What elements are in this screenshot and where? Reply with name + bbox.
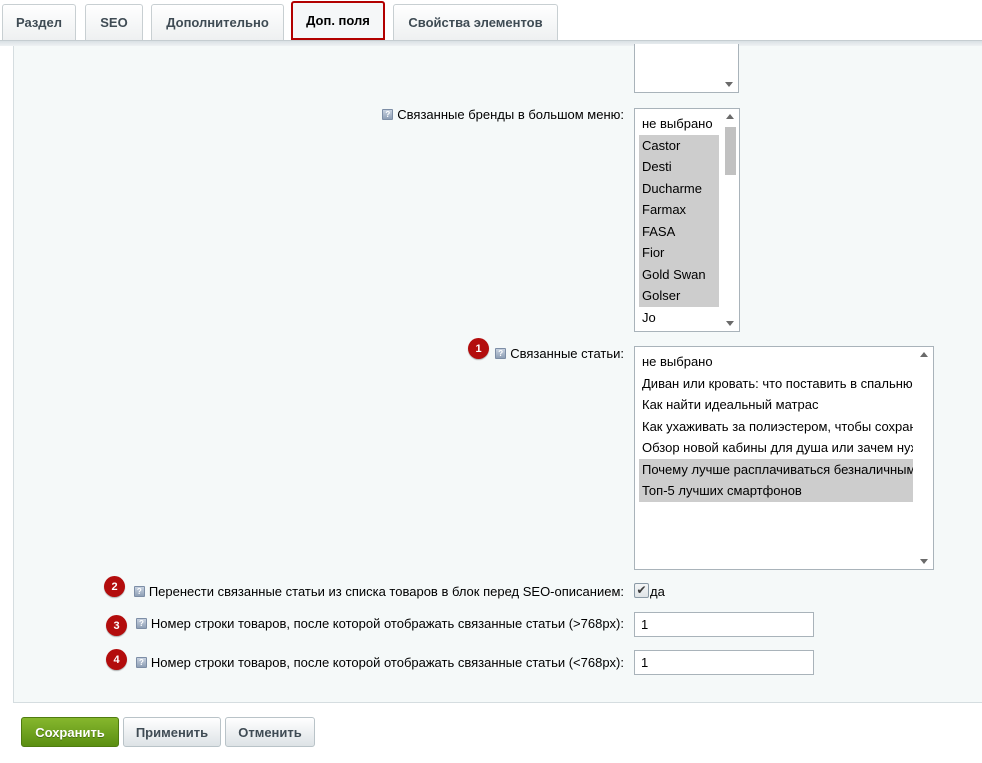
row-mobile-input[interactable] [634, 650, 814, 675]
move-articles-checkbox[interactable]: ✔ [634, 583, 649, 598]
tab-label: Свойства элементов [408, 15, 543, 30]
brands-label-row: ? Связанные бренды в большом меню: [382, 106, 624, 122]
brands-options: не выбрано Castor Desti Ducharme Farmax FASA F… [639, 113, 719, 328]
brands-select[interactable]: не выбрано Castor Desti Ducharme Farmax FASA F… [634, 108, 740, 332]
list-option[interactable]: Jo [639, 307, 719, 329]
scroll-up-icon[interactable] [920, 352, 928, 357]
move-articles-checkbox-label[interactable]: да [650, 584, 665, 599]
row-mobile-label-row: ? Номер строки товаров, после которой от… [135, 654, 624, 670]
tab-label: SEO [100, 15, 128, 30]
row-mobile-label: Номер строки товаров, после которой отоб… [150, 654, 624, 670]
tab-seo[interactable]: SEO [85, 4, 143, 40]
tab-bar: Раздел SEO Дополнительно Доп. поля Свойс… [0, 0, 982, 46]
articles-label: Связанные статьи: [510, 345, 624, 361]
articles-select[interactable]: не выбрано Диван или кровать: что постави… [634, 346, 934, 570]
list-option[interactable]: Gold Swan [639, 263, 719, 285]
list-option[interactable]: не выбрано [639, 351, 913, 373]
help-icon[interactable]: ? [382, 108, 394, 120]
annotation-badge-4: 4 [106, 649, 127, 670]
previous-listbox[interactable] [634, 44, 739, 93]
listbox-scrollbar[interactable] [721, 44, 738, 92]
scroll-down-icon[interactable] [725, 82, 733, 87]
list-option[interactable]: FASA [639, 220, 719, 242]
row-desktop-label-row: ? Номер строки товаров, после которой от… [135, 615, 624, 631]
list-option[interactable]: Ducharme [639, 177, 719, 199]
list-option[interactable]: не выбрано [639, 113, 719, 135]
tab-label: Раздел [15, 15, 63, 30]
list-option[interactable]: Почему лучше расплачиваться безналичными [639, 458, 913, 480]
row-desktop-label: Номер строки товаров, после которой отоб… [150, 615, 624, 631]
list-option[interactable]: Как найти идеальный матрас [639, 394, 913, 416]
articles-options: не выбрано Диван или кровать: что постави… [639, 351, 913, 502]
tab-label: Дополнительно [166, 15, 269, 30]
annotation-badge-1: 1 [468, 338, 489, 359]
scroll-up-icon[interactable] [726, 114, 734, 119]
list-option[interactable]: Desti [639, 156, 719, 178]
tab-additional[interactable]: Дополнительно [151, 4, 284, 40]
list-option[interactable]: Диван или кровать: что поставить в спаль… [639, 373, 913, 395]
scroll-down-icon[interactable] [920, 559, 928, 564]
brands-label: Связанные бренды в большом меню: [397, 106, 624, 122]
annotation-badge-3: 3 [106, 615, 127, 636]
tab-label: Доп. поля [306, 13, 370, 28]
help-icon[interactable]: ? [135, 656, 147, 668]
list-option[interactable]: Топ-5 лучших смартфонов [639, 480, 913, 502]
list-option[interactable]: Golser [639, 285, 719, 307]
scroll-thumb[interactable] [725, 127, 736, 175]
tab-section[interactable]: Раздел [2, 4, 76, 40]
form-panel: ? Связанные бренды в большом меню: не вы… [13, 44, 982, 703]
list-option[interactable]: Farmax [639, 199, 719, 221]
help-icon[interactable]: ? [495, 347, 507, 359]
cancel-button[interactable]: Отменить [225, 717, 315, 747]
save-button[interactable]: Сохранить [21, 717, 119, 747]
list-option[interactable]: Как ухаживать за полиэстером, чтобы сохр… [639, 416, 913, 438]
annotation-badge-2: 2 [104, 576, 125, 597]
move-articles-label-row: ? Перенести связанные статьи из списка т… [133, 583, 624, 599]
tab-element-properties[interactable]: Свойства элементов [393, 4, 558, 40]
row-desktop-input[interactable] [634, 612, 814, 637]
tab-extra-fields[interactable]: Доп. поля [291, 1, 385, 40]
articles-label-row: ? Связанные статьи: [495, 345, 624, 361]
help-icon[interactable]: ? [135, 617, 147, 629]
help-icon[interactable]: ? [133, 585, 145, 597]
scroll-down-icon[interactable] [726, 321, 734, 326]
list-option[interactable]: Обзор новой кабины для душа или зачем ну… [639, 437, 913, 459]
apply-button[interactable]: Применить [123, 717, 221, 747]
list-option[interactable]: Fior [639, 242, 719, 264]
check-icon: ✔ [636, 583, 647, 597]
list-option[interactable]: Castor [639, 134, 719, 156]
move-articles-label: Перенести связанные статьи из списка тов… [148, 583, 624, 599]
articles-scrollbar[interactable] [916, 347, 933, 569]
brands-scrollbar[interactable] [722, 109, 739, 331]
